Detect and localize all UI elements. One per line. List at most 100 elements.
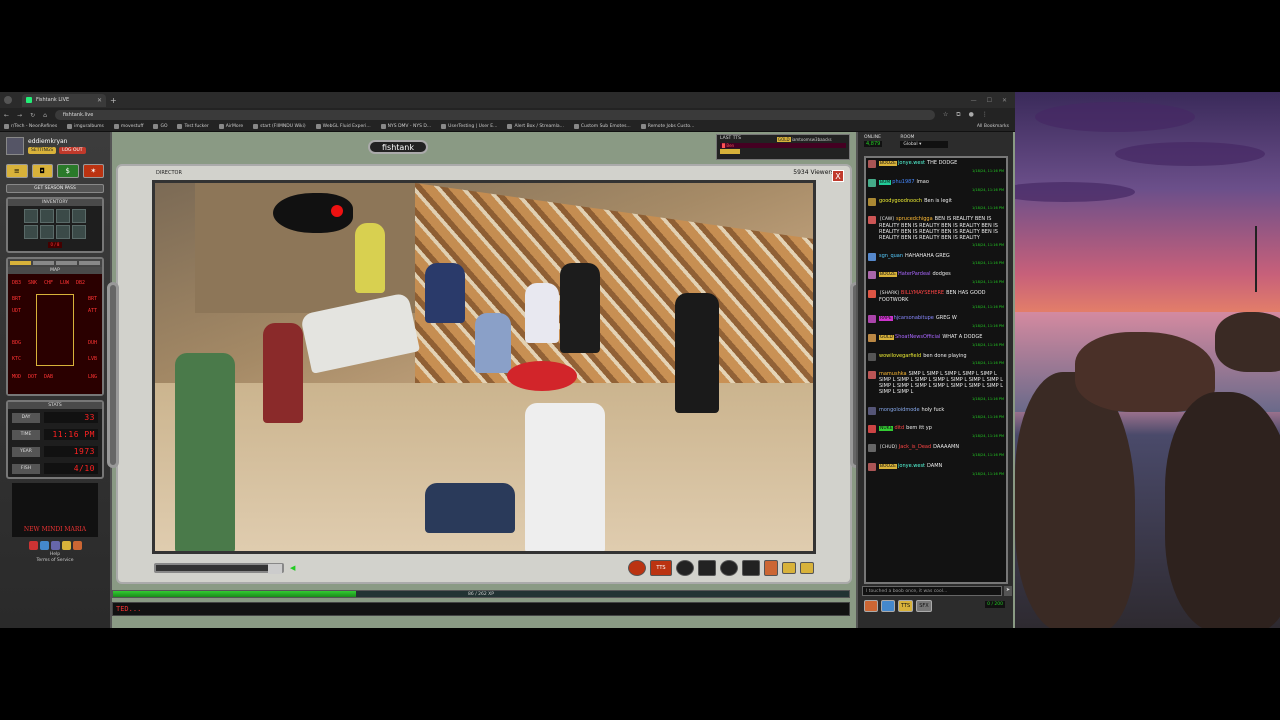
crosshair-icon[interactable]	[676, 560, 694, 576]
forward-icon[interactable]: →	[17, 112, 22, 119]
inventory-slot[interactable]	[72, 209, 86, 223]
chat-avatar[interactable]	[868, 290, 876, 298]
close-video-button[interactable]: X	[832, 170, 844, 182]
chat-nick[interactable]: Jack_is_Dead	[899, 444, 931, 450]
chat-nick[interactable]: sgn_quan	[879, 253, 903, 259]
chat-sfx-button[interactable]: SFX	[916, 600, 932, 612]
home-icon[interactable]: ⌂	[43, 112, 47, 119]
chat-message[interactable]: RAPE hjcarsonabitupe GREG W 1/18/24, 11:16 …	[868, 315, 1004, 329]
inventory-slot[interactable]	[56, 209, 70, 223]
map-tab[interactable]	[10, 261, 31, 265]
chat-nick[interactable]: jonye.west	[898, 160, 925, 166]
map-room-label[interactable]: UDT	[12, 308, 21, 314]
chat-message[interactable]: BUM phu1987 lmao 1/18/24, 11:16 PM	[868, 179, 1004, 193]
chat-nick[interactable]: goodygoodnooch	[879, 198, 922, 204]
bookmark-item[interactable]: Test fucker	[177, 124, 209, 129]
username[interactable]: eddiemkryan	[28, 138, 86, 145]
chat-message[interactable]: goodygoodnooch Ben is legit 1/18/24, 11:16…	[868, 198, 1004, 211]
chat-avatar[interactable]	[868, 371, 876, 379]
bookmark-item[interactable]: imguralbums	[67, 124, 104, 129]
bookmark-item[interactable]: NYS DMV - NYS D...	[380, 124, 431, 129]
map-room-label[interactable]: CHF	[44, 280, 53, 286]
inventory-slot[interactable]	[40, 225, 54, 239]
record-icon[interactable]	[628, 560, 646, 576]
chat-input[interactable]: I touched a boob once, it was cool...	[862, 586, 1002, 596]
map-room-label[interactable]: DOT	[28, 374, 37, 380]
maximize-icon[interactable]: ☐	[987, 97, 992, 104]
settings-button[interactable]: SETTINGS	[28, 147, 57, 154]
map-room-label[interactable]: BDG	[12, 340, 21, 346]
chat-message[interactable]: [CHUD] Jack_is_Dead DAAAAMN 1/18/24, 11:16 …	[868, 444, 1004, 458]
chat-message[interactable]: BOOZE jonye.west DAMN 1/18/24, 11:16 PM	[868, 463, 1004, 477]
chat-avatar[interactable]	[868, 179, 876, 187]
volume-slider[interactable]	[154, 563, 284, 574]
chat-nick[interactable]: ditd	[894, 425, 904, 431]
chat-nick[interactable]: HaterPardeal	[898, 271, 930, 277]
inventory-slot[interactable]	[24, 209, 38, 223]
mention-icon[interactable]	[881, 600, 895, 612]
all-bookmarks[interactable]: All Bookmarks	[977, 124, 1015, 129]
bookmark-item[interactable]: Alert Box / Streamla...	[507, 124, 564, 129]
chat-message[interactable]: [SHARK] BILLYMAYSEHERE BEN HAS GOOD FOOTWO…	[868, 290, 1004, 310]
bookmark-item[interactable]: r/Tech - NeonRefines	[4, 124, 57, 129]
season-pass-button[interactable]: GET SEASON PASS	[6, 184, 104, 193]
alert-icon[interactable]: ✶	[82, 164, 104, 178]
bookmark-item[interactable]: WebGL Fluid Experi...	[315, 124, 371, 129]
chat-message[interactable]: NUKE ditd bem itt yp 1/18/24, 11:16 PM	[868, 425, 1004, 439]
chat-avatar[interactable]	[868, 216, 876, 224]
chat-nick[interactable]: hjcarsonabitupe	[894, 315, 934, 321]
prev-icon[interactable]	[782, 562, 796, 574]
live-video[interactable]	[152, 180, 816, 554]
inventory-slot[interactable]	[56, 225, 70, 239]
bookmark-item[interactable]: Remote Jobs Custo...	[640, 124, 694, 129]
chat-message[interactable]: BOOZE HaterPardeal dodges 1/18/24, 11:16 PM	[868, 271, 1004, 285]
chat-avatar[interactable]	[868, 160, 876, 168]
volume-icon[interactable]: ◀	[290, 564, 295, 572]
map-room-label[interactable]: LUW	[60, 280, 69, 286]
chat-message[interactable]: wowilovegarfield ben done playing 1/18/24,…	[868, 353, 1004, 366]
chat-nick[interactable]: phu1987	[892, 179, 914, 185]
minimize-icon[interactable]: —	[971, 97, 977, 104]
tab-close-icon[interactable]: ✕	[97, 97, 102, 104]
chat-avatar[interactable]	[868, 463, 876, 471]
chat-nick[interactable]: wowilovegarfield	[879, 353, 921, 359]
chat-avatar[interactable]	[868, 271, 876, 279]
chat-message[interactable]: mongoloidmode holy fuck 1/18/24, 11:16 PM	[868, 407, 1004, 420]
terms-link[interactable]: Terms of Service	[0, 558, 110, 564]
map-tab[interactable]	[56, 261, 77, 265]
map-room-label[interactable]: DAB	[44, 374, 53, 380]
map-tab[interactable]	[79, 261, 100, 265]
reload-icon[interactable]: ↻	[30, 112, 35, 119]
store-icon[interactable]	[72, 541, 82, 550]
extensions-icon[interactable]: ⧉	[956, 111, 960, 119]
stocks-icon[interactable]: $	[57, 164, 79, 178]
bookmark-item[interactable]: start (FIIMNDU Wiki)	[253, 124, 306, 129]
logout-button[interactable]: LOG OUT	[59, 147, 86, 154]
season-art[interactable]: NEW MINDI MARIA	[12, 483, 98, 537]
inventory-slot[interactable]	[24, 225, 38, 239]
inventory-slot[interactable]	[72, 225, 86, 239]
fullscreen-icon[interactable]	[764, 560, 778, 576]
camera-icon[interactable]: ◘	[31, 164, 53, 178]
menu-list-icon[interactable]: ≡	[6, 164, 28, 178]
room-select[interactable]: Global ▾	[900, 141, 949, 148]
chat-avatar[interactable]	[868, 253, 876, 261]
volume-knob[interactable]	[268, 564, 282, 574]
map-room-label[interactable]: ATT	[88, 308, 97, 314]
window-menu-icon[interactable]	[4, 96, 12, 104]
back-icon[interactable]: ←	[4, 112, 9, 119]
chat-message[interactable]: mamushka SIMP L SIMP L SIMP L SIMP L SIMP…	[868, 371, 1004, 402]
map-room-label[interactable]: DB3	[12, 280, 21, 286]
menu-icon[interactable]: ⋮	[982, 111, 988, 119]
profile-icon[interactable]: ●	[969, 111, 974, 119]
map-room-label[interactable]: DB2	[76, 280, 85, 286]
map-room-label[interactable]: SNK	[28, 280, 37, 286]
inventory-slot[interactable]	[40, 209, 54, 223]
chat-message[interactable]: [CAW] sprucedchigga BEN IS REALITY BEN IS …	[868, 216, 1004, 248]
avatar[interactable]	[6, 137, 24, 155]
map-room-label[interactable]: DUH	[88, 340, 97, 346]
chat-avatar[interactable]	[868, 407, 876, 415]
map-room-label[interactable]: LVB	[88, 356, 97, 362]
chat-nick[interactable]: mongoloidmode	[879, 407, 920, 413]
emoji-icon[interactable]	[864, 600, 878, 612]
